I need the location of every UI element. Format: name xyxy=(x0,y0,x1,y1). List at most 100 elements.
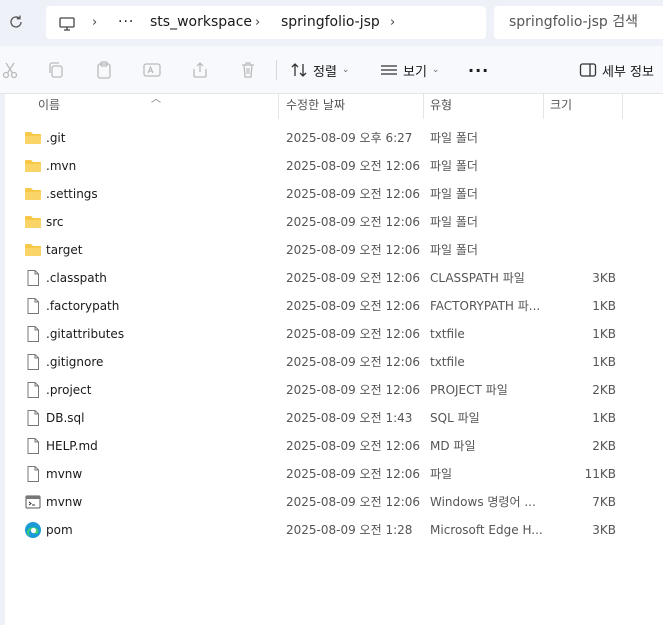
file-name: mvnw xyxy=(46,495,83,509)
pc-icon[interactable] xyxy=(58,7,76,40)
file-date: 2025-08-09 오전 12:06 xyxy=(286,187,421,201)
address-box[interactable]: › ··· sts_workspace › springfolio-jsp › xyxy=(46,6,486,39)
delete-icon[interactable] xyxy=(238,60,258,80)
folder-icon xyxy=(24,185,42,203)
file-type: Microsoft Edge H... xyxy=(430,523,542,537)
folder-icon xyxy=(24,241,42,259)
file-name: .classpath xyxy=(46,271,107,285)
file-icon xyxy=(24,381,42,399)
file-date: 2025-08-09 오전 12:06 xyxy=(286,355,421,369)
file-row[interactable]: src 2025-08-09 오전 12:06 파일 폴더 xyxy=(5,208,663,236)
details-label: 세부 정보 xyxy=(602,64,654,80)
file-type: 파일 폴더 xyxy=(430,243,478,257)
file-name: .project xyxy=(46,383,92,397)
file-name: .git xyxy=(46,131,66,145)
file-name: .settings xyxy=(46,187,98,201)
file-size xyxy=(545,208,616,236)
file-date: 2025-08-09 오전 12:06 xyxy=(286,467,421,481)
chevron-right-icon: › xyxy=(92,15,98,30)
sort-icon xyxy=(291,63,307,77)
file-row[interactable]: .mvn 2025-08-09 오전 12:06 파일 폴더 xyxy=(5,152,663,180)
view-icon xyxy=(381,65,397,75)
file-date: 2025-08-09 오전 12:06 xyxy=(286,327,421,341)
column-size[interactable]: 크기 xyxy=(544,94,623,119)
file-icon xyxy=(24,297,42,315)
file-size xyxy=(545,180,616,208)
breadcrumb-overflow[interactable]: ··· xyxy=(118,6,134,39)
chevron-right-icon[interactable]: › xyxy=(390,6,395,39)
sort-button[interactable]: 정렬 ⌄ xyxy=(290,58,349,82)
file-date: 2025-08-09 오전 12:06 xyxy=(286,243,421,257)
command-bar: 정렬 ⌄ 보기 ⌄ ··· 세부 정보 xyxy=(0,46,663,94)
file-row[interactable]: .gitignore 2025-08-09 오전 12:06 txtfile 1KB xyxy=(5,348,663,376)
file-name: pom xyxy=(46,523,73,537)
share-icon[interactable] xyxy=(190,60,210,80)
details-pane-button[interactable]: 세부 정보 xyxy=(579,58,654,82)
file-size: 1KB xyxy=(592,411,616,425)
file-size: 2KB xyxy=(592,439,616,453)
file-icon xyxy=(24,353,42,371)
search-placeholder: springfolio-jsp 검색 xyxy=(509,14,639,30)
file-date: 2025-08-09 오전 12:06 xyxy=(286,215,421,229)
file-date: 2025-08-09 오전 12:06 xyxy=(286,439,421,453)
chevron-right-icon: › xyxy=(255,15,261,30)
file-date: 2025-08-09 오전 12:06 xyxy=(286,271,421,285)
file-row[interactable]: .gitattributes 2025-08-09 오전 12:06 txtfile… xyxy=(5,320,663,348)
file-icon xyxy=(24,465,42,483)
file-row[interactable]: HELP.md 2025-08-09 오전 12:06 MD 파일 2KB xyxy=(5,432,663,460)
refresh-icon[interactable] xyxy=(6,14,26,34)
file-row[interactable]: mvnw 2025-08-09 오전 12:06 Windows 명령어 ... 7K… xyxy=(5,488,663,516)
search-input[interactable]: springfolio-jsp 검색 xyxy=(494,6,663,39)
file-size: 11KB xyxy=(584,467,616,481)
file-type: txtfile xyxy=(430,355,465,369)
file-type: Windows 명령어 ... xyxy=(430,495,536,509)
file-type: 파일 폴더 xyxy=(430,187,478,201)
more-options-button[interactable]: ··· xyxy=(468,58,489,82)
file-date: 2025-08-09 오전 1:43 xyxy=(286,411,413,425)
file-row[interactable]: .git 2025-08-09 오후 6:27 파일 폴더 xyxy=(5,124,663,152)
file-date: 2025-08-09 오전 12:06 xyxy=(286,383,421,397)
column-name[interactable]: 이름 xyxy=(32,94,279,119)
file-row[interactable]: .classpath 2025-08-09 오전 12:06 CLASSPATH 파… xyxy=(5,264,663,292)
column-date[interactable]: 수정한 날짜 xyxy=(280,94,424,119)
cut-icon[interactable] xyxy=(0,60,20,80)
address-bar-row: › ··· sts_workspace › springfolio-jsp › … xyxy=(0,0,663,46)
file-size: 2KB xyxy=(592,383,616,397)
folder-icon xyxy=(24,129,42,147)
view-button[interactable]: 보기 ⌄ xyxy=(380,58,439,82)
chevron-down-icon: ⌄ xyxy=(431,65,440,75)
file-name: .factorypath xyxy=(46,299,120,313)
file-type: 파일 xyxy=(430,467,453,481)
file-row[interactable]: .settings 2025-08-09 오전 12:06 파일 폴더 xyxy=(5,180,663,208)
file-row[interactable]: .factorypath 2025-08-09 오전 12:06 FACTORYPA… xyxy=(5,292,663,320)
file-list: .git 2025-08-09 오후 6:27 파일 폴더 .mvn 2025-08-0… xyxy=(5,124,663,544)
file-row[interactable]: pom 2025-08-09 오전 1:28 Microsoft Edge H...… xyxy=(5,516,663,544)
file-date: 2025-08-09 오전 12:06 xyxy=(286,159,421,173)
file-row[interactable]: target 2025-08-09 오전 12:06 파일 폴더 xyxy=(5,236,663,264)
file-row[interactable]: .project 2025-08-09 오전 12:06 PROJECT 파일 2KB xyxy=(5,376,663,404)
file-type: 파일 폴더 xyxy=(430,131,478,145)
cmd-icon xyxy=(24,493,42,511)
file-size: 1KB xyxy=(592,327,616,341)
file-row[interactable]: mvnw 2025-08-09 오전 12:06 파일 11KB xyxy=(5,460,663,488)
copy-icon[interactable] xyxy=(46,60,66,80)
file-type: MD 파일 xyxy=(430,439,476,453)
file-name: .gitattributes xyxy=(46,327,125,341)
breadcrumb-sts-workspace[interactable]: sts_workspace xyxy=(150,6,252,39)
details-pane-icon xyxy=(579,63,597,77)
file-type: 파일 폴더 xyxy=(430,159,478,173)
file-type: PROJECT 파일 xyxy=(430,383,508,397)
sort-label: 정렬 xyxy=(313,64,337,80)
file-name: .mvn xyxy=(46,159,77,173)
column-type[interactable]: 유형 xyxy=(424,94,544,119)
file-type: txtfile xyxy=(430,327,465,341)
column-header: ︿ 이름 수정한 날짜 유형 크기 xyxy=(5,94,663,119)
file-name: DB.sql xyxy=(46,411,85,425)
file-type: FACTORYPATH 파... xyxy=(430,299,541,313)
file-row[interactable]: DB.sql 2025-08-09 오전 1:43 SQL 파일 1KB xyxy=(5,404,663,432)
rename-icon[interactable] xyxy=(142,60,162,80)
file-date: 2025-08-09 오후 6:27 xyxy=(286,131,413,145)
file-name: target xyxy=(46,243,83,257)
paste-icon[interactable] xyxy=(94,60,114,80)
breadcrumb-springfolio-jsp[interactable]: springfolio-jsp xyxy=(281,6,380,39)
